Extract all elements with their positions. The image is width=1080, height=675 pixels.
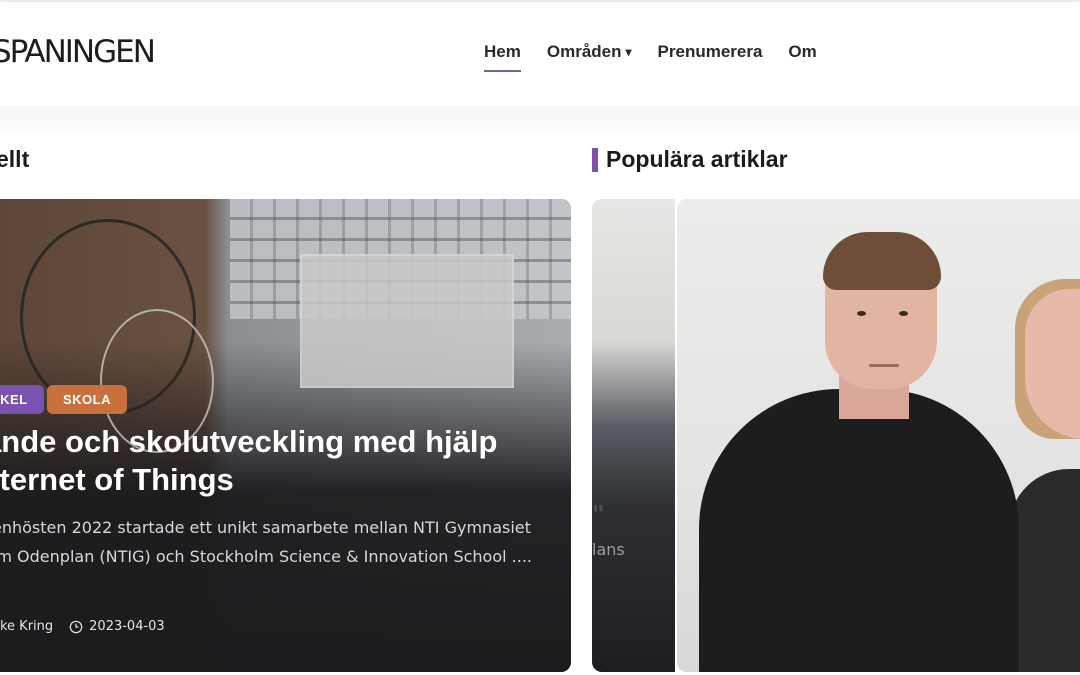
article-date: 2023-04-03 (89, 619, 165, 634)
popular-card-1-mark: " (592, 499, 605, 529)
chevron-down-icon: ▾ (625, 45, 632, 59)
popular-article-card-2[interactable] (677, 199, 1080, 672)
article-author[interactable]: Micke Kring (0, 619, 53, 634)
main-nav: Hem Områden ▾ Prenumerera Om (484, 42, 817, 72)
person-1-hair (823, 232, 941, 290)
nav-item-omraden-label: Områden (546, 42, 622, 61)
nav-item-hem[interactable]: Hem (484, 42, 521, 72)
section-title-popular: Populära artiklar (606, 146, 788, 172)
section-accent-bar (592, 148, 598, 172)
featured-article-card[interactable]: IKEL SKOLA rande och skolutveckling med … (0, 199, 571, 672)
site-logo[interactable]: SPANINGEN (0, 34, 156, 70)
section-title-current: ellt (0, 146, 30, 172)
article-date-wrap: 2023-04-03 (69, 619, 165, 634)
nav-item-om[interactable]: Om (788, 42, 816, 62)
popular-card-1-text: lans (592, 540, 625, 559)
person-1-eye-right (899, 311, 908, 316)
nav-item-omraden[interactable]: Områden ▾ (547, 42, 632, 62)
person-1-body (699, 389, 1019, 672)
site-header: SPANINGEN Hem Områden ▾ Prenumerera Om (0, 2, 1080, 106)
person-1-mouth (869, 364, 899, 367)
category-tag-artikel[interactable]: IKEL (0, 385, 44, 414)
nav-item-prenumerera[interactable]: Prenumerera (658, 42, 763, 62)
featured-article-title[interactable]: rande och skolutveckling med hjälp Inter… (0, 423, 571, 499)
person-1-eye-left (857, 311, 866, 316)
person-2-body (1009, 469, 1080, 672)
clock-icon (69, 620, 83, 633)
featured-article-excerpt: r senhösten 2022 startade ett unikt sama… (0, 518, 532, 566)
article-meta: Micke Kring 2023-04-03 (0, 619, 165, 634)
device-image-detail (300, 254, 514, 388)
category-tag-skola[interactable]: SKOLA (47, 385, 127, 414)
popular-article-card-1[interactable]: " lans (592, 199, 675, 672)
header-shadow (0, 106, 1080, 140)
